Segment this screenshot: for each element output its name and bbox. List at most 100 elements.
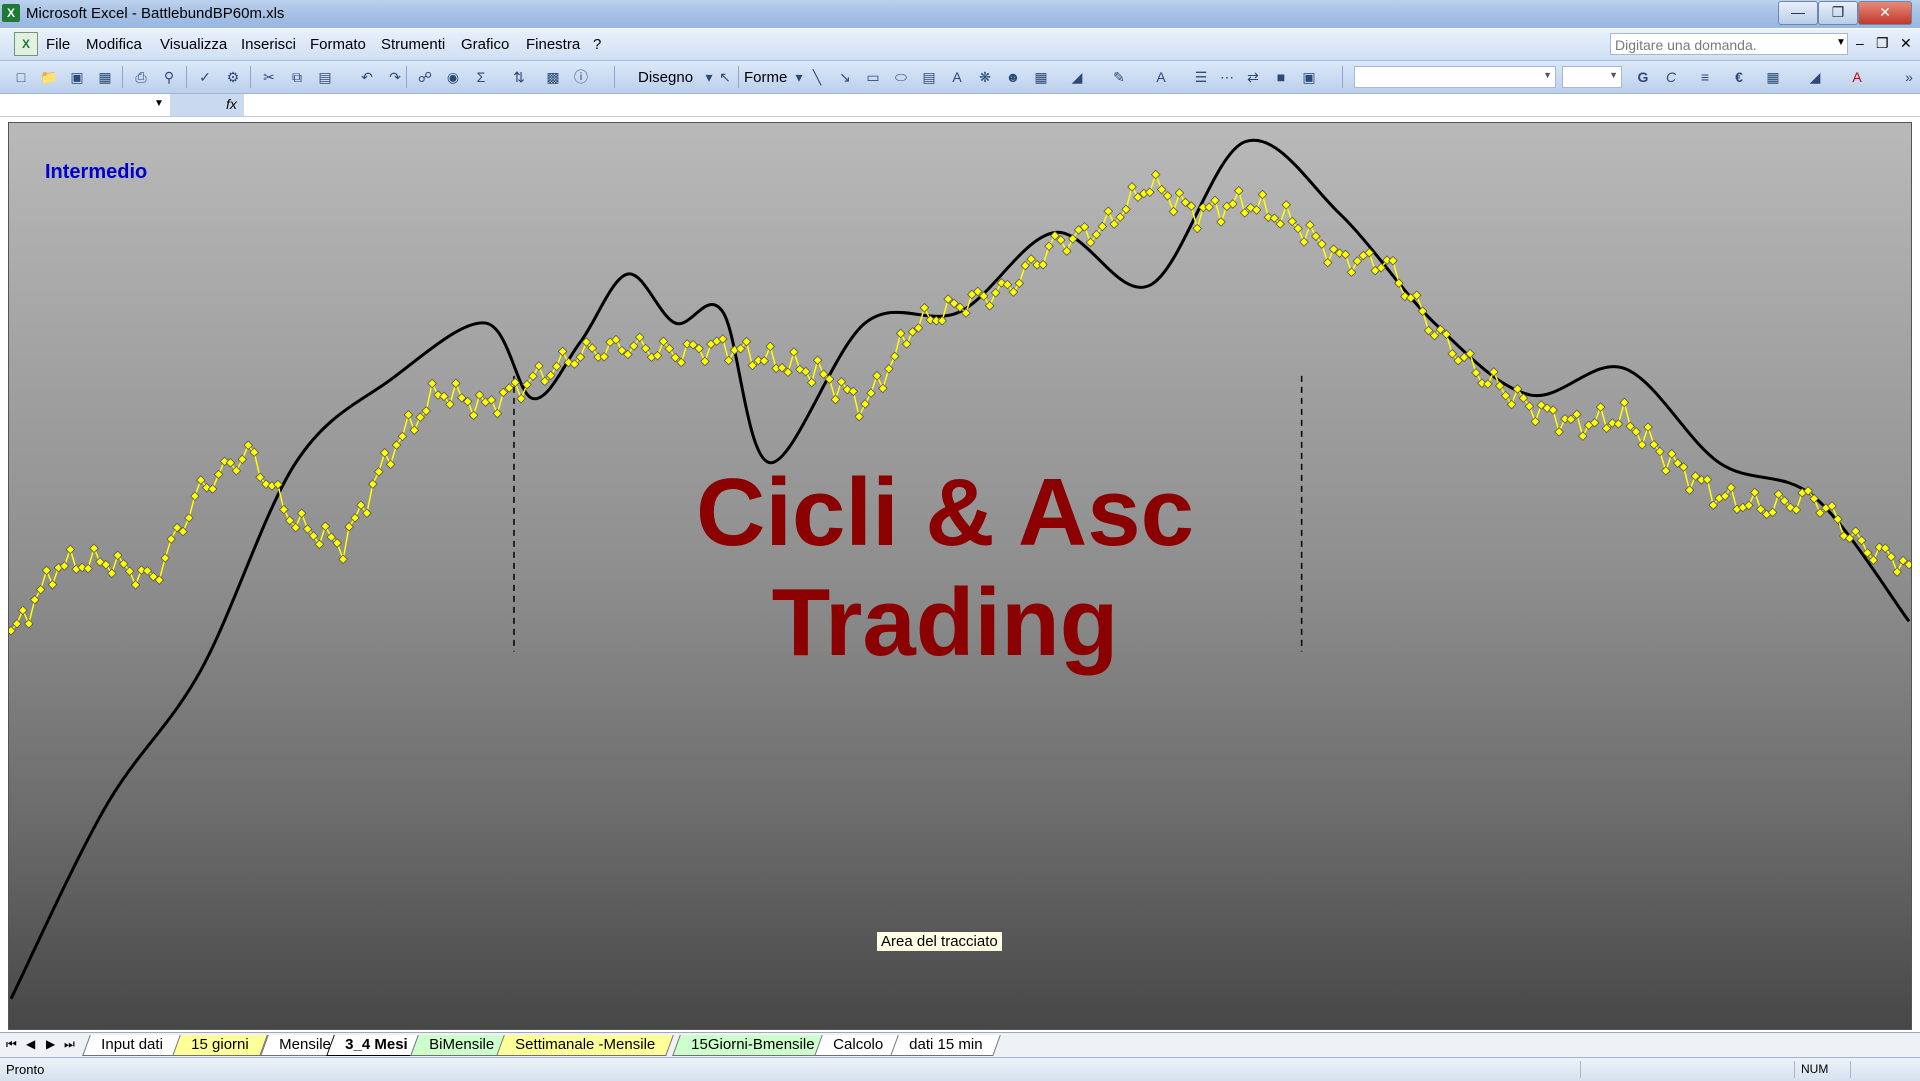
hyperlink-icon[interactable]: ☍ [414, 66, 436, 88]
line-color-icon[interactable]: ✎ [1108, 66, 1130, 88]
research-icon[interactable]: ⚙ [222, 66, 244, 88]
dash-style-icon[interactable]: ⋯ [1216, 66, 1238, 88]
open-folder-icon[interactable]: 📁 [38, 66, 60, 88]
sheet-tab[interactable]: Input dati [82, 1035, 182, 1056]
autosum-icon[interactable]: Σ [470, 66, 492, 88]
ask-question-input[interactable]: Digitare una domanda. [1610, 33, 1848, 55]
workbook-icon[interactable]: X [14, 32, 38, 56]
last-sheet-icon[interactable]: ⏭ [64, 1037, 75, 1052]
textbox-icon[interactable]: ▤ [918, 66, 940, 88]
chevron-down-icon[interactable]: ▼ [1609, 70, 1618, 80]
fill-color-icon[interactable]: ◢ [1066, 66, 1088, 88]
price-marker [1257, 189, 1268, 200]
workbook-minimize-icon[interactable]: – [1856, 35, 1864, 51]
font-size-combo[interactable]: ▼ [1562, 66, 1622, 88]
web-icon[interactable]: ◉ [442, 66, 464, 88]
chevron-down-icon[interactable]: ▼ [1836, 37, 1846, 48]
arrow-icon[interactable]: ↘ [834, 66, 856, 88]
price-marker [806, 377, 817, 388]
forme-menu[interactable]: Forme [744, 69, 787, 86]
paste-icon[interactable]: ▤ [314, 66, 336, 88]
diagram-icon[interactable]: ❋ [974, 66, 996, 88]
italic-icon[interactable]: C [1660, 66, 1682, 88]
permission-icon[interactable]: ▦ [94, 66, 116, 88]
wordart-icon[interactable]: A [946, 66, 968, 88]
price-marker [878, 383, 888, 394]
menu-grafico[interactable]: Grafico [461, 36, 509, 53]
price-marker [854, 411, 864, 422]
next-sheet-icon[interactable]: ▶ [46, 1037, 55, 1051]
fill-bucket-icon[interactable]: ◢ [1804, 66, 1826, 88]
arrow-style-icon[interactable]: ⇄ [1242, 66, 1264, 88]
chart-wizard-icon[interactable]: ▩ [542, 66, 564, 88]
workbook-close-icon[interactable]: ✕ [1900, 35, 1912, 52]
sheet-tab[interactable]: 15 giorni [172, 1035, 268, 1056]
align-center-icon[interactable]: ≡ [1694, 66, 1716, 88]
minimize-icon[interactable]: — [1778, 1, 1818, 25]
clipart-icon[interactable]: ☻ [1002, 66, 1024, 88]
first-sheet-icon[interactable]: ⏮ [6, 1037, 17, 1052]
sort-icon[interactable]: ⇅ [508, 66, 530, 88]
redo-icon[interactable]: ↷ [384, 66, 406, 88]
fx-icon[interactable]: fx [226, 96, 237, 112]
picture-icon[interactable]: ▦ [1030, 66, 1052, 88]
status-ready: Pronto [6, 1062, 45, 1077]
chevron-down-icon[interactable]: ▼ [154, 98, 164, 109]
copy-icon[interactable]: ⧉ [286, 66, 308, 88]
price-marker [789, 347, 799, 357]
menu-finestra[interactable]: Finestra [526, 36, 580, 53]
3d-icon[interactable]: ▣ [1298, 66, 1320, 88]
chevron-down-icon[interactable]: ▼ [1543, 70, 1552, 80]
prev-sheet-icon[interactable]: ◀ [26, 1037, 35, 1051]
borders-icon[interactable]: ▦ [1762, 66, 1784, 88]
shadow-icon[interactable]: ■ [1270, 66, 1292, 88]
excel-icon[interactable]: X [2, 4, 20, 22]
bold-icon[interactable]: G [1632, 66, 1654, 88]
menu-inserisci[interactable]: Inserisci [241, 36, 296, 53]
rectangle-icon[interactable]: ▭ [862, 66, 884, 88]
print-icon[interactable]: ⎙ [130, 66, 152, 88]
line-icon[interactable]: ╲ [806, 66, 828, 88]
workbook-restore-icon[interactable]: ❐ [1876, 35, 1889, 52]
price-marker [379, 448, 390, 458]
print-preview-icon[interactable]: ⚲ [158, 66, 180, 88]
chart-area[interactable]: Intermedio Cicli & Asc Trading Area del … [8, 122, 1912, 1030]
menu-modifica[interactable]: Modifica [86, 36, 142, 53]
menu-help[interactable]: ? [593, 36, 601, 53]
sheet-tab[interactable]: 15Giorni-Bmensile [672, 1035, 834, 1056]
sheet-tab[interactable]: Calcolo [814, 1035, 902, 1056]
text-color-icon[interactable]: A [1846, 66, 1868, 88]
menu-strumenti[interactable]: Strumenti [381, 36, 445, 53]
price-marker [1346, 267, 1357, 278]
menu-visualizza[interactable]: Visualizza [160, 36, 227, 53]
sheet-tab[interactable]: Settimanale -Mensile [496, 1035, 674, 1056]
cut-icon[interactable]: ✂ [258, 66, 280, 88]
select-objects-icon[interactable]: ↖ [714, 66, 736, 88]
euro-icon[interactable]: € [1728, 66, 1750, 88]
save-icon[interactable]: ▣ [66, 66, 88, 88]
price-marker [895, 328, 906, 339]
price-marker [1150, 169, 1161, 180]
help-icon[interactable]: ⓘ [570, 66, 592, 88]
line-style-icon[interactable]: ☰ [1190, 66, 1212, 88]
menu-file[interactable]: File [46, 36, 70, 53]
plot-area-tooltip: Area del tracciato [876, 931, 1003, 952]
sheet-tab[interactable]: dati 15 min [890, 1035, 1002, 1056]
font-name-combo[interactable]: ▼ [1354, 66, 1556, 88]
status-cell [1850, 1061, 1917, 1078]
close-icon[interactable]: ✕ [1858, 1, 1912, 25]
price-marker [1577, 431, 1588, 441]
name-box[interactable] [0, 94, 171, 116]
undo-icon[interactable]: ↶ [356, 66, 378, 88]
new-file-icon[interactable]: □ [10, 66, 32, 88]
price-marker [1127, 182, 1137, 192]
restore-icon[interactable]: ❐ [1818, 1, 1858, 25]
font-color-icon[interactable]: A [1150, 66, 1172, 88]
disegno-menu[interactable]: Disegno [638, 69, 693, 86]
price-marker [866, 388, 876, 398]
spelling-icon[interactable]: ✓ [194, 66, 216, 88]
oval-icon[interactable]: ⬭ [890, 66, 912, 88]
watermark-line-2: Trading [771, 569, 1119, 676]
menu-formato[interactable]: Formato [310, 36, 366, 53]
toolbar-options-icon[interactable]: » [1898, 66, 1920, 88]
